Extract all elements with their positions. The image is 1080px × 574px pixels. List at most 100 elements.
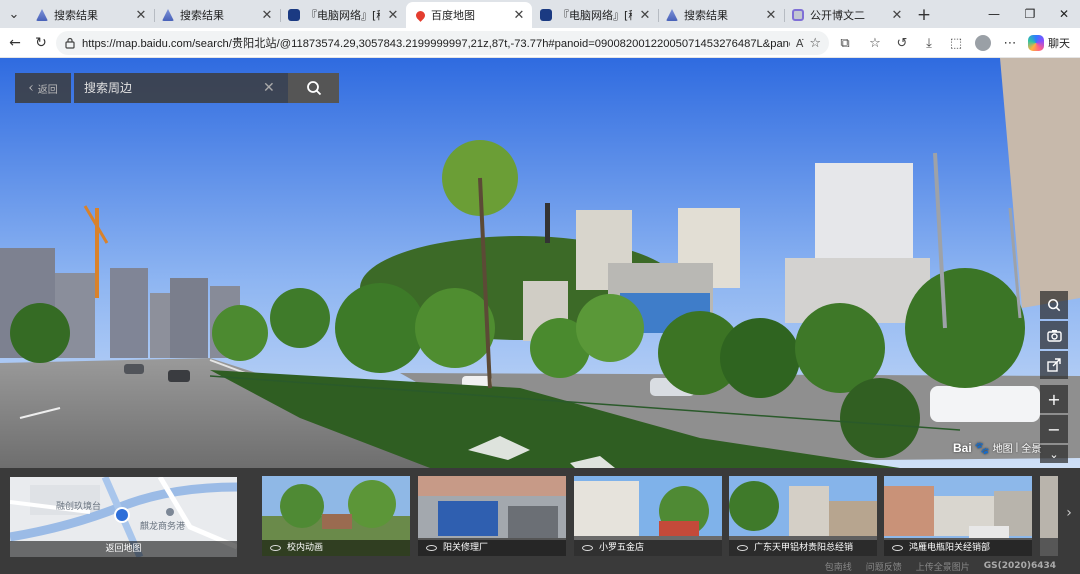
browser-tab-active[interactable]: 百度地图 ✕ (406, 2, 532, 28)
panorama-toolbar: + − ⌄ (1040, 291, 1068, 463)
panorama-scene[interactable] (0, 58, 1080, 468)
panorama-thumbnail-strip: 融创玖境台 麒龙商务港 返回地图 校内动画 阳关修理厂 小罗五金店 广东天甲铝材… (0, 468, 1080, 558)
copyright-number: GS(2020)6434 (983, 561, 1056, 571)
tab-title: 搜索结果 (684, 9, 728, 22)
tab-title: 百度地图 (431, 9, 475, 22)
logo-suffix: 地图 (992, 444, 1013, 455)
close-icon[interactable]: ✕ (890, 8, 904, 23)
thumbnail-title: 鸿雁电瓶阳关经销部 (909, 543, 991, 553)
browser-tab[interactable]: 搜索结果 ✕ (28, 2, 154, 28)
clear-icon[interactable]: ✕ (263, 80, 275, 96)
panorama-icon (892, 544, 903, 551)
restore-button[interactable]: ❐ (1012, 0, 1048, 28)
chevron-down-icon: ⌄ (8, 6, 20, 22)
zoom-out-button[interactable]: − (1040, 415, 1068, 443)
paw-icon: 🐾 (974, 440, 990, 455)
browser-tab[interactable]: 『电脑网络』[移动网 ✕ (280, 2, 406, 28)
thumbnail-title: 广东天甲铝材贵阳总经销 (754, 543, 854, 553)
thumbnail-label[interactable]: 鸿雁电瓶阳关经销部 (884, 540, 1032, 556)
panorama-thumbnail-partial[interactable] (1040, 476, 1058, 556)
favorite-star-icon[interactable]: ☆ (809, 36, 821, 51)
puzzle-icon: ⧉ (840, 35, 850, 51)
more-menu-button[interactable]: ⋯ (999, 32, 1021, 54)
search-tool-button[interactable] (1040, 291, 1068, 319)
new-tab-button[interactable]: + (910, 2, 938, 28)
minimize-button[interactable]: — (976, 0, 1012, 28)
chat-label: 聊天 (1048, 37, 1070, 50)
search-favicon-icon (666, 9, 678, 21)
favorites-button[interactable]: ☆ (864, 32, 886, 54)
minus-icon: − (1047, 419, 1061, 439)
download-icon: ⤓ (926, 35, 932, 51)
chevron-down-icon: ⌄ (1049, 447, 1059, 461)
thumbnail-label[interactable]: 小罗五金店 (574, 540, 722, 556)
nearby-search-input[interactable] (74, 73, 288, 103)
thumbnail-label[interactable]: 校内动画 (262, 540, 410, 556)
mini-map[interactable]: 融创玖境台 麒龙商务港 返回地图 (10, 477, 237, 557)
close-icon[interactable]: ✕ (260, 8, 274, 23)
panorama-thumbnail[interactable]: 校内动画 (262, 476, 410, 556)
close-icon[interactable]: ✕ (764, 8, 778, 23)
screenshot-tool-button[interactable] (1040, 321, 1068, 349)
panorama-thumbnail[interactable]: 阳关修理厂 (418, 476, 566, 556)
history-button[interactable]: ↺ (891, 32, 913, 54)
footer-link[interactable]: 包南线 (825, 560, 852, 573)
baidu-panorama-logo: Bai 🐾 地图 | 全景 (953, 440, 1041, 456)
restore-icon: ❐ (1024, 7, 1036, 21)
refresh-button[interactable]: ↻ (28, 30, 54, 56)
thumbnail-label[interactable]: 阳关修理厂 (418, 540, 566, 556)
logo-text: Bai (953, 440, 972, 455)
close-icon[interactable]: ✕ (638, 8, 652, 23)
share-tool-button[interactable] (1040, 351, 1068, 379)
camera-icon (1046, 329, 1062, 342)
street-view-panorama[interactable]: ‹ 返回 ✕ + − ⌄ Bai 🐾 地图 | 全景 (0, 58, 1080, 468)
browser-tab[interactable]: 公开博文二 ✕ (784, 2, 910, 28)
extensions-button[interactable]: ⧉ (834, 32, 856, 54)
copilot-icon (1028, 35, 1044, 51)
browser-tab[interactable]: 搜索结果 ✕ (154, 2, 280, 28)
arrow-left-icon: ← (9, 35, 21, 51)
screenshot-button[interactable]: ⬚ (945, 32, 967, 54)
thumbnail-title: 小罗五金店 (599, 543, 645, 553)
browser-tab[interactable]: 搜索结果 ✕ (658, 2, 784, 28)
url-text[interactable]: https://map.baidu.com/search/贵阳北站/@11873… (82, 35, 790, 51)
search-button[interactable] (288, 73, 339, 103)
back-button[interactable]: ← (2, 30, 28, 56)
search-favicon-icon (36, 9, 48, 21)
downloads-button[interactable]: ⤓ (918, 32, 940, 54)
close-icon[interactable]: ✕ (512, 8, 526, 23)
panorama-thumbnail[interactable]: 鸿雁电瓶阳关经销部 (884, 476, 1032, 556)
screenshot-icon: ⬚ (949, 35, 963, 51)
panorama-thumbnail[interactable]: 小罗五金店 (574, 476, 722, 556)
chevron-right-icon: › (1066, 505, 1072, 521)
footer-link[interactable]: 上传全景图片 (916, 560, 970, 573)
refresh-icon: ↻ (35, 35, 47, 51)
back-button[interactable]: ‹ 返回 (15, 73, 71, 103)
collapse-strip-button[interactable]: ⌄ (1040, 445, 1068, 463)
back-label: 返回 (37, 84, 58, 96)
thumbnail-label[interactable]: 广东天甲铝材贵阳总经销 (729, 540, 877, 556)
browser-tab[interactable]: 『电脑网络』[移动网 ✕ (532, 2, 658, 28)
tab-title: 搜索结果 (54, 9, 98, 22)
map-footer: 包南线 问题反馈 上传全景图片 GS(2020)6434 (0, 558, 1080, 574)
panorama-thumbnail[interactable]: 广东天甲铝材贵阳总经销 (729, 476, 877, 556)
close-icon[interactable]: ✕ (386, 8, 400, 23)
tab-actions-menu-button[interactable]: ⌄ (0, 0, 28, 28)
footer-link[interactable]: 问题反馈 (866, 560, 902, 573)
close-icon: ✕ (1058, 7, 1070, 21)
address-bar[interactable]: https://map.baidu.com/search/贵阳北站/@11873… (56, 31, 829, 55)
thumbnail-title: 校内动画 (287, 543, 324, 553)
close-window-button[interactable]: ✕ (1046, 0, 1080, 28)
avatar (975, 35, 991, 51)
panorama-icon (582, 544, 593, 551)
close-icon[interactable]: ✕ (134, 8, 148, 23)
copilot-chat-button[interactable]: 聊天 (1028, 32, 1070, 54)
tab-title: 『电脑网络』[移动网 (558, 9, 632, 22)
profile-button[interactable] (972, 32, 994, 54)
zoom-in-button[interactable]: + (1040, 385, 1068, 413)
back-to-map-label[interactable]: 返回地图 (10, 541, 237, 557)
doc-favicon-icon (792, 9, 804, 21)
read-aloud-icon[interactable]: A͘ (796, 37, 804, 50)
share-icon (1047, 358, 1061, 372)
strip-next-button[interactable]: › (1058, 468, 1080, 558)
